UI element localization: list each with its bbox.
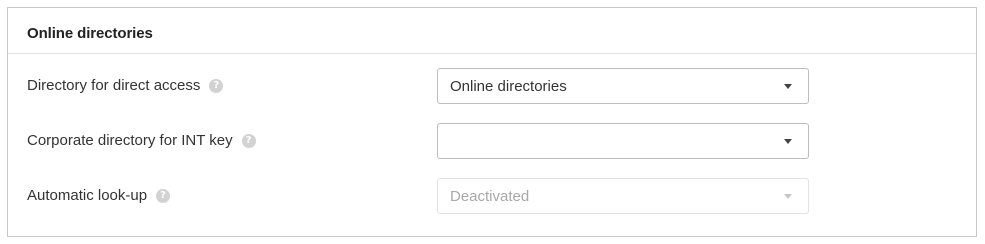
row-automatic-look-up: Automatic look-up ? Deactivated	[8, 178, 976, 216]
row-directory-direct-access: Directory for direct access ? Online dir…	[8, 68, 976, 106]
corporate-directory-int-key-select[interactable]	[437, 123, 809, 159]
panel-header: Online directories	[8, 8, 976, 54]
row-corporate-directory-int-key: Corporate directory for INT key ?	[8, 123, 976, 161]
directory-direct-access-select[interactable]: Online directories	[437, 68, 809, 104]
label-corporate-directory-int-key: Corporate directory for INT key	[27, 132, 233, 149]
caret-down-icon	[784, 139, 792, 144]
help-icon[interactable]: ?	[241, 133, 256, 148]
select-value: Deactivated	[450, 188, 530, 205]
row-label: Directory for direct access ?	[27, 77, 224, 94]
caret-down-icon	[784, 194, 792, 199]
row-label: Corporate directory for INT key ?	[27, 132, 256, 149]
automatic-look-up-select: Deactivated	[437, 178, 809, 214]
help-icon[interactable]: ?	[156, 188, 171, 203]
row-label: Automatic look-up ?	[27, 187, 171, 204]
online-directories-panel: Online directories Directory for direct …	[7, 7, 977, 237]
caret-down-icon	[784, 84, 792, 89]
select-value: Online directories	[450, 78, 567, 95]
label-automatic-look-up: Automatic look-up	[27, 187, 148, 204]
panel-title: Online directories	[27, 25, 153, 42]
label-directory-direct-access: Directory for direct access	[27, 77, 201, 94]
help-icon[interactable]: ?	[209, 78, 224, 93]
